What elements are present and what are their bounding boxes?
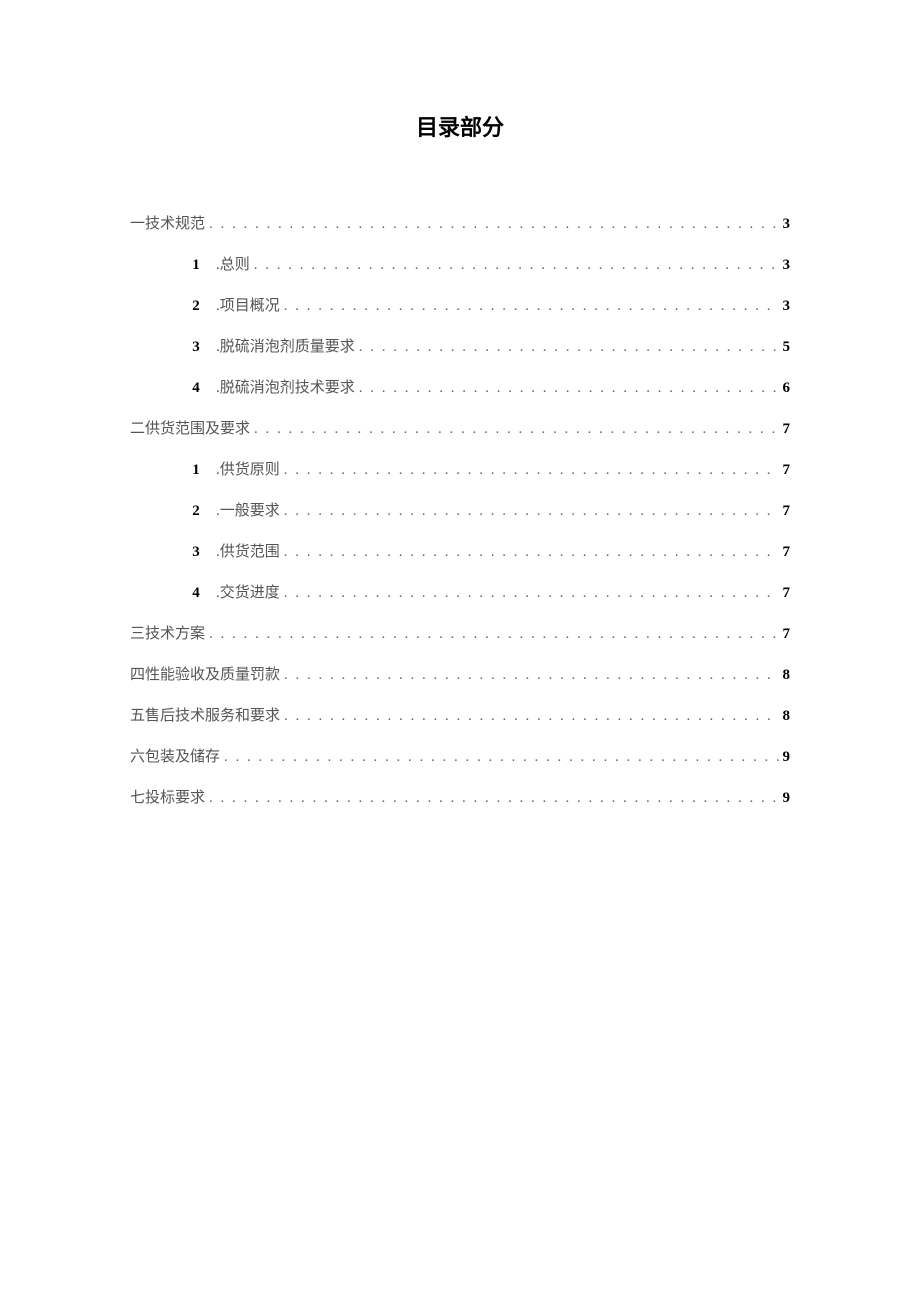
toc-number: 1 [176,462,216,479]
toc-label: 三技术方案 [130,622,205,643]
toc-entry: 三技术方案 7 [130,622,790,643]
toc-entry: 六包装及储存 9 [130,745,790,766]
toc-page-number: 3 [783,257,791,274]
toc-entry: 2.一般要求 7 [130,499,790,520]
toc-number: 2 [176,503,216,520]
toc-leader-dots [359,380,779,397]
toc-entry: 七投标要求 9 [130,786,790,807]
toc-leader-dots [254,421,778,438]
page-title: 目录部分 [130,110,790,142]
toc-entry: 四性能验收及质量罚款 8 [130,663,790,684]
toc-page-number: 7 [783,503,791,520]
toc-page-number: 3 [783,298,791,315]
toc-page-number: 6 [783,380,791,397]
toc-leader-dots [359,339,779,356]
toc-label: 二供货范围及要求 [130,417,250,438]
toc-leader-dots [209,216,778,233]
toc-page-number: 7 [783,544,791,561]
toc-label: .一般要求 [216,499,280,520]
toc-entry: 1.总则 3 [130,253,790,274]
toc-page-number: 7 [783,421,791,438]
toc-entry: 五售后技术服务和要求 8 [130,704,790,725]
toc-leader-dots [284,708,778,725]
toc-entry: 4.交货进度 7 [130,581,790,602]
toc-entry: 2.项目概况 3 [130,294,790,315]
toc-leader-dots [284,503,779,520]
table-of-contents: 一技术规范 31.总则 32.项目概况 33.脱硫消泡剂质量要求 54.脱硫消泡… [130,212,790,807]
toc-page-number: 8 [783,708,791,725]
toc-label: 六包装及储存 [130,745,220,766]
toc-label: 一技术规范 [130,212,205,233]
toc-entry: 3.供货范围 7 [130,540,790,561]
toc-entry: 一技术规范 3 [130,212,790,233]
toc-leader-dots [224,749,778,766]
toc-label: .交货进度 [216,581,280,602]
toc-page-number: 9 [783,790,791,807]
toc-number: 2 [176,298,216,315]
toc-entry: 3.脱硫消泡剂质量要求 5 [130,335,790,356]
toc-page-number: 9 [783,749,791,766]
toc-number: 3 [176,544,216,561]
toc-label: .供货范围 [216,540,280,561]
toc-page-number: 5 [783,339,791,356]
toc-number: 3 [176,339,216,356]
toc-entry: 4.脱硫消泡剂技术要求 6 [130,376,790,397]
toc-number: 4 [176,380,216,397]
toc-label: 四性能验收及质量罚款 [130,663,280,684]
toc-label: 五售后技术服务和要求 [130,704,280,725]
toc-label: .总则 [216,253,250,274]
toc-entry: 1.供货原则 7 [130,458,790,479]
toc-page-number: 7 [783,585,791,602]
toc-leader-dots [254,257,779,274]
toc-label: .脱硫消泡剂技术要求 [216,376,355,397]
toc-label: .脱硫消泡剂质量要求 [216,335,355,356]
toc-number: 1 [176,257,216,274]
toc-page-number: 7 [783,462,791,479]
toc-number: 4 [176,585,216,602]
toc-leader-dots [209,790,778,807]
toc-entry: 二供货范围及要求 7 [130,417,790,438]
toc-leader-dots [284,544,779,561]
toc-page-number: 7 [783,626,791,643]
toc-page-number: 3 [783,216,791,233]
toc-leader-dots [284,585,779,602]
toc-label: 七投标要求 [130,786,205,807]
toc-leader-dots [284,667,778,684]
toc-leader-dots [284,298,779,315]
toc-leader-dots [209,626,778,643]
toc-label: .项目概况 [216,294,280,315]
toc-label: .供货原则 [216,458,280,479]
toc-leader-dots [284,462,779,479]
toc-page-number: 8 [783,667,791,684]
